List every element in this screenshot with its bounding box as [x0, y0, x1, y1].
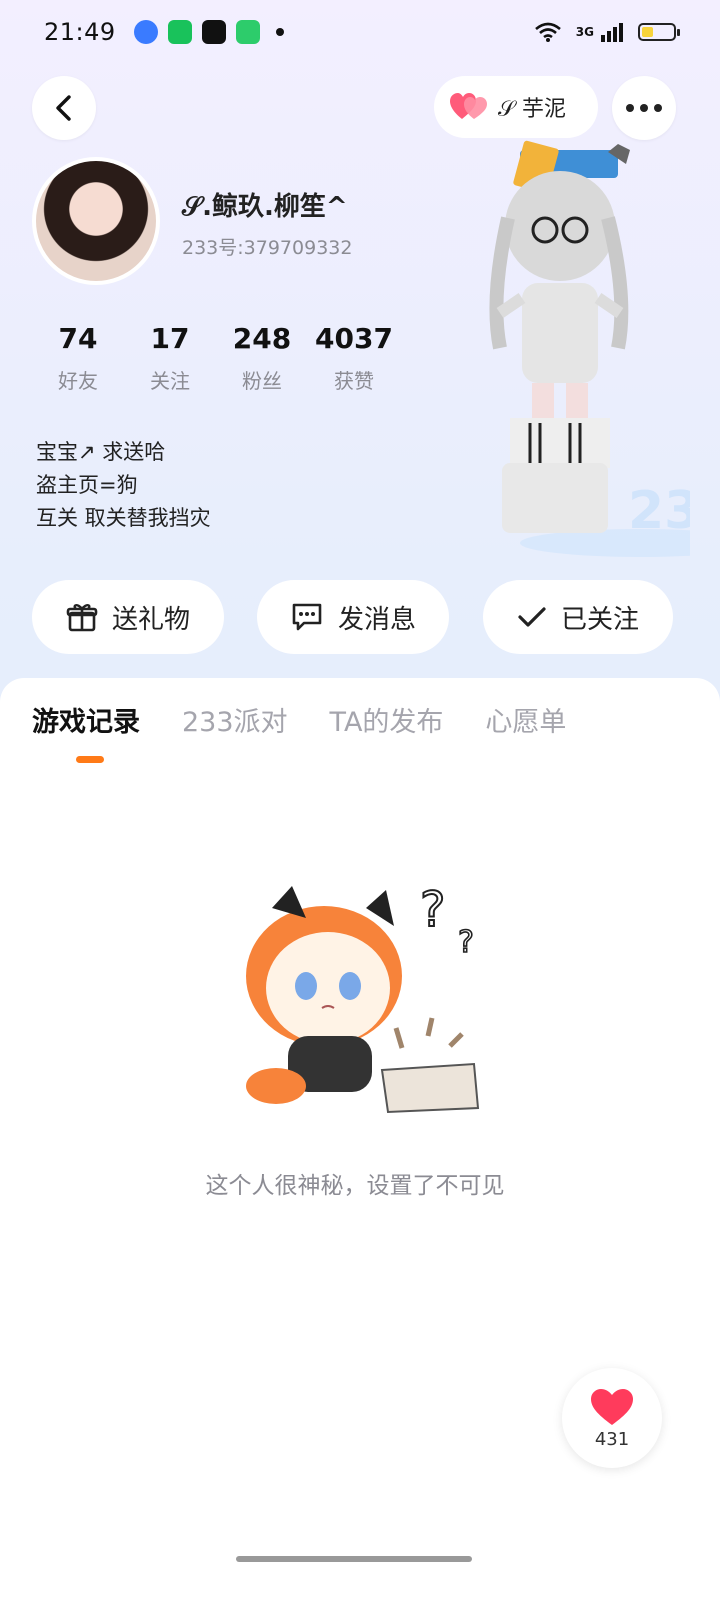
- empty-state-text: 这个人很神秘，设置了不可见: [205, 1173, 505, 1199]
- back-button[interactable]: [32, 76, 96, 140]
- svg-text:?: ?: [420, 882, 445, 938]
- stat-value: 248: [232, 322, 292, 355]
- bio-line: 盗主页=狗: [36, 473, 138, 497]
- avatar[interactable]: [32, 157, 160, 285]
- chat-bubble-icon: [292, 603, 322, 631]
- empty-state-illustration: ? ?: [246, 881, 480, 1114]
- stat-friends[interactable]: 74 好友: [32, 322, 124, 394]
- more-notifications-dot: [275, 28, 284, 36]
- stat-label: 获赞: [334, 369, 374, 393]
- network-type: 3G: [575, 25, 594, 39]
- bio-line: 互关 取关替我挡灾: [36, 506, 211, 530]
- stat-value: 17: [150, 322, 190, 355]
- bio-line: 宝宝↗ 求送哈: [36, 440, 166, 464]
- app-notification-icon: [133, 20, 158, 44]
- tab-wishlist[interactable]: 心愿单: [485, 700, 566, 739]
- checkmark-icon: [518, 607, 546, 627]
- tab-233-party[interactable]: 233派对: [182, 700, 288, 739]
- partner-name: 𝒮 芋泥: [498, 97, 567, 122]
- profile-bio: 宝宝↗ 求送哈 盗主页=狗 互关 取关替我挡灾: [36, 436, 211, 535]
- send-message-label: 发消息: [337, 604, 416, 635]
- couple-hearts-icon: [450, 93, 487, 119]
- tiktok-icon: [201, 20, 226, 44]
- notification-icons: [133, 20, 284, 44]
- heart-icon: [591, 1388, 633, 1425]
- shop-app-icon: [235, 20, 260, 44]
- avatar-3d-character[interactable]: 233: [460, 138, 690, 558]
- tab-game-records[interactable]: 游戏记录: [32, 700, 140, 739]
- like-count: 431: [594, 1428, 630, 1450]
- following-label: 已关注: [560, 604, 639, 635]
- nickname: 𝒮.鲸玖.柳笙^: [182, 192, 348, 222]
- send-gift-button[interactable]: 送礼物: [32, 580, 224, 654]
- stat-label: 关注: [150, 369, 190, 393]
- stat-followers[interactable]: 248 粉丝: [216, 322, 308, 394]
- stat-following[interactable]: 17 关注: [124, 322, 216, 394]
- like-button[interactable]: 431: [562, 1368, 662, 1468]
- user-id: 233号:379709332: [182, 237, 353, 259]
- battery-icon: [638, 23, 680, 41]
- send-gift-label: 送礼物: [111, 604, 190, 635]
- iqiyi-icon: [167, 20, 192, 44]
- home-indicator[interactable]: [236, 1556, 472, 1562]
- more-options-button[interactable]: [612, 76, 676, 140]
- stat-value: 4037: [315, 322, 393, 355]
- profile-tabs: 游戏记录 233派对 TA的发布 心愿单: [32, 700, 608, 739]
- active-tab-indicator: [76, 756, 104, 763]
- gift-icon: [66, 604, 98, 632]
- stat-label: 好友: [58, 369, 98, 393]
- signal-icon: [601, 23, 623, 42]
- chevron-left-icon: [56, 95, 71, 121]
- stat-label: 粉丝: [242, 369, 282, 393]
- svg-text:233: 233: [628, 481, 690, 541]
- partner-badge[interactable]: 𝒮 芋泥: [434, 76, 598, 138]
- wifi-icon: [534, 22, 561, 42]
- status-bar: 21:49 3G: [0, 0, 720, 64]
- send-message-button[interactable]: 发消息: [257, 580, 449, 654]
- following-button[interactable]: 已关注: [483, 580, 673, 654]
- stat-likes[interactable]: 4037 获赞: [308, 322, 400, 394]
- profile-stats: 74 好友 17 关注 248 粉丝 4037 获赞: [32, 322, 400, 394]
- status-time: 21:49: [44, 18, 116, 46]
- stat-value: 74: [58, 322, 98, 355]
- svg-text:?: ?: [458, 925, 474, 960]
- more-dots-icon: [626, 104, 662, 112]
- tab-posts[interactable]: TA的发布: [330, 700, 444, 739]
